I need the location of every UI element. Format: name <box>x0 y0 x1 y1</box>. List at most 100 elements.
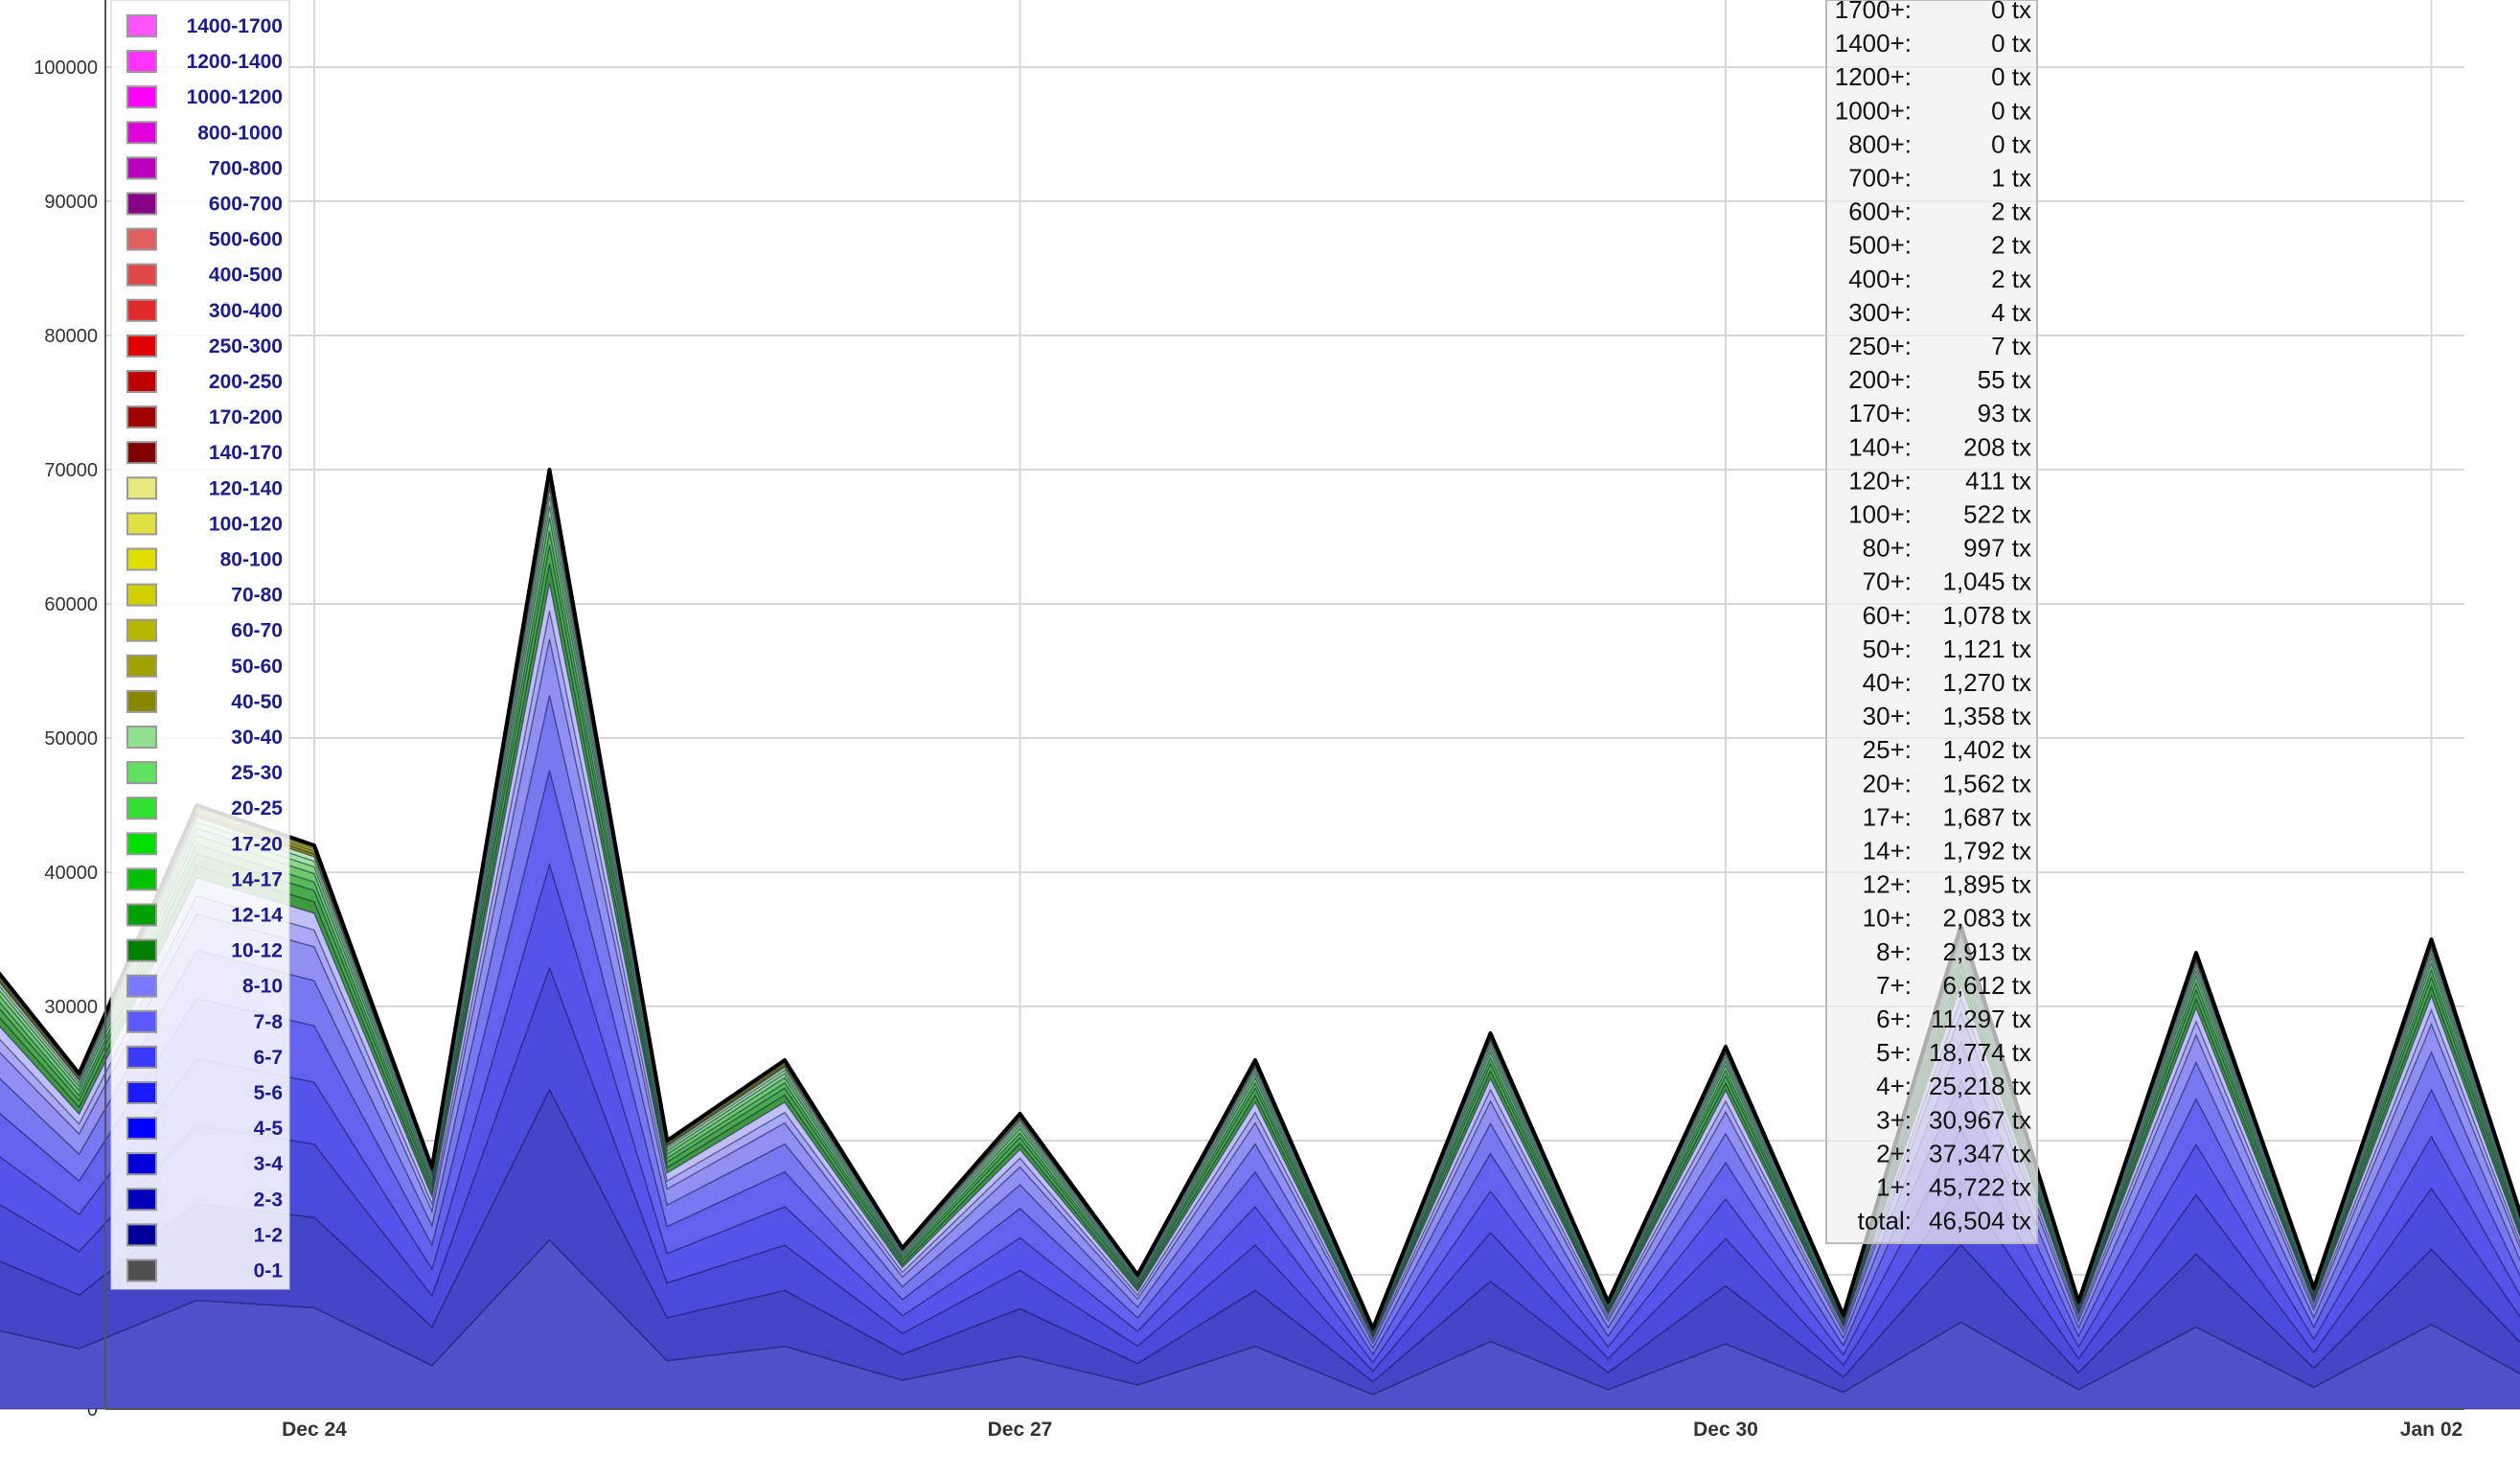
tooltip-value: 1,562 tx <box>1942 769 2031 797</box>
legend-label: 500-600 <box>209 229 283 251</box>
tooltip-value: 25,218 tx <box>1929 1072 2031 1100</box>
tooltip-value: 1,402 tx <box>1942 735 2031 764</box>
tooltip-label: 70+: <box>1863 567 1912 596</box>
tooltip-label: 1000+: <box>1835 96 1912 125</box>
tooltip-label: total: <box>1858 1207 1912 1236</box>
legend-swatch <box>126 334 157 358</box>
legend-swatch <box>126 50 157 74</box>
tooltip-value: 7 tx <box>1991 332 2031 360</box>
legend-swatch <box>126 1259 157 1282</box>
legend-label: 50-60 <box>231 656 283 678</box>
y-tick-label: 100000 <box>34 58 98 79</box>
legend-label: 10-12 <box>231 940 283 962</box>
tooltip-label: 2+: <box>1876 1139 1912 1167</box>
tooltip-value: 46,504 tx <box>1929 1207 2031 1236</box>
tooltip-value: 1,687 tx <box>1942 802 2031 831</box>
tooltip-label: 5+: <box>1876 1038 1912 1067</box>
legend-label: 300-400 <box>209 300 283 322</box>
tooltip-label: 100+: <box>1848 500 1912 529</box>
tooltip-value: 0 tx <box>1991 0 2031 24</box>
legend-label: 40-50 <box>231 691 283 713</box>
tooltip-value: 93 tx <box>1978 399 2031 427</box>
tooltip-label: 6+: <box>1876 1005 1912 1033</box>
legend-swatch <box>126 512 157 536</box>
tooltip-label: 1200+: <box>1835 62 1912 91</box>
tooltip-label: 140+: <box>1848 432 1912 461</box>
legend-label: 5-6 <box>254 1082 283 1104</box>
tooltip-label: 10+: <box>1863 904 1912 933</box>
legend-swatch <box>126 583 157 607</box>
tooltip-label: 400+: <box>1848 265 1912 293</box>
tooltip-value: 0 tx <box>1991 96 2031 125</box>
legend-swatch <box>126 832 157 856</box>
legend-label: 1400-1700 <box>187 15 283 37</box>
x-tick-label: Dec 30 <box>1693 1419 1758 1441</box>
tooltip-value: 2 tx <box>1991 231 2031 260</box>
legend-swatch <box>126 689 157 713</box>
tooltip-label: 170+: <box>1848 399 1912 427</box>
legend-swatch <box>126 121 157 145</box>
tooltip-value: 11,297 tx <box>1931 1005 2031 1033</box>
legend-label: 170-200 <box>209 406 283 428</box>
legend-label: 400-500 <box>209 265 283 287</box>
legend-label: 2-3 <box>254 1189 283 1211</box>
legend-label: 20-25 <box>231 797 283 820</box>
legend-label: 600-700 <box>209 194 283 216</box>
tooltip-value: 0 tx <box>1991 29 2031 58</box>
legend-label: 3-4 <box>254 1153 284 1175</box>
legend-swatch <box>126 547 157 571</box>
legend-label: 80-100 <box>220 549 283 571</box>
y-tick-label: 60000 <box>44 594 98 615</box>
legend-label: 140-170 <box>209 442 283 464</box>
tooltip-label: 12+: <box>1863 870 1912 899</box>
tooltip-label: 60+: <box>1863 601 1912 630</box>
y-tick-label: 50000 <box>44 728 98 750</box>
legend-swatch <box>126 654 157 678</box>
tooltip-value: 4 tx <box>1991 298 2031 327</box>
tooltip-label: 80+: <box>1863 534 1912 563</box>
legend-swatch <box>126 14 157 37</box>
legend-label: 12-14 <box>231 905 283 927</box>
tooltip-label: 3+: <box>1876 1105 1912 1134</box>
tooltip-value: 18,774 tx <box>1929 1038 2031 1067</box>
tooltip-value: 1 tx <box>1991 164 2031 193</box>
legend-label: 1-2 <box>254 1224 283 1246</box>
legend-label: 250-300 <box>209 335 283 358</box>
tooltip-value: 6,612 tx <box>1942 971 2031 1000</box>
x-tick-label: Dec 27 <box>988 1419 1053 1441</box>
legend-swatch <box>126 1188 157 1212</box>
legend-label: 14-17 <box>231 868 283 890</box>
legend-swatch <box>126 263 157 287</box>
tooltip-label: 14+: <box>1863 837 1912 866</box>
tooltip-value: 2,083 tx <box>1942 904 2031 933</box>
tooltip-label: 600+: <box>1848 197 1912 226</box>
tooltip-label: 250+: <box>1848 332 1912 360</box>
tooltip-value: 1,358 tx <box>1942 702 2031 730</box>
y-tick-label: 40000 <box>44 863 98 884</box>
tooltip-value: 2,913 tx <box>1942 937 2031 966</box>
y-tick-label: 80000 <box>44 326 98 347</box>
tooltip-value: 208 tx <box>1963 432 2031 461</box>
legend-swatch <box>126 476 157 500</box>
legend-label: 200-250 <box>209 371 283 393</box>
tooltip-value: 37,347 tx <box>1929 1139 2031 1167</box>
tooltip-label: 25+: <box>1863 735 1912 764</box>
legend-swatch <box>126 192 157 216</box>
legend-swatch <box>126 1152 157 1176</box>
legend-label: 30-40 <box>231 727 283 749</box>
legend-swatch <box>126 1081 157 1104</box>
tooltip-label: 500+: <box>1848 231 1912 260</box>
y-tick-label: 70000 <box>44 460 98 481</box>
legend-label: 8-10 <box>242 976 283 998</box>
legend-label: 1200-1400 <box>187 51 283 73</box>
legend-label: 120-140 <box>209 477 283 499</box>
x-tick-label: Jan 02 <box>2400 1419 2463 1441</box>
legend-swatch <box>126 974 157 998</box>
legend-label: 70-80 <box>231 585 283 607</box>
tooltip-value: 55 tx <box>1978 365 2031 394</box>
tooltip-label: 30+: <box>1863 702 1912 730</box>
legend-swatch <box>126 938 157 962</box>
legend: 1400-1700 1200-1400 1000-1200 800-1000 700-8… <box>110 0 290 1290</box>
legend-swatch <box>126 761 157 785</box>
tooltip-value: 1,121 tx <box>1942 635 2031 663</box>
